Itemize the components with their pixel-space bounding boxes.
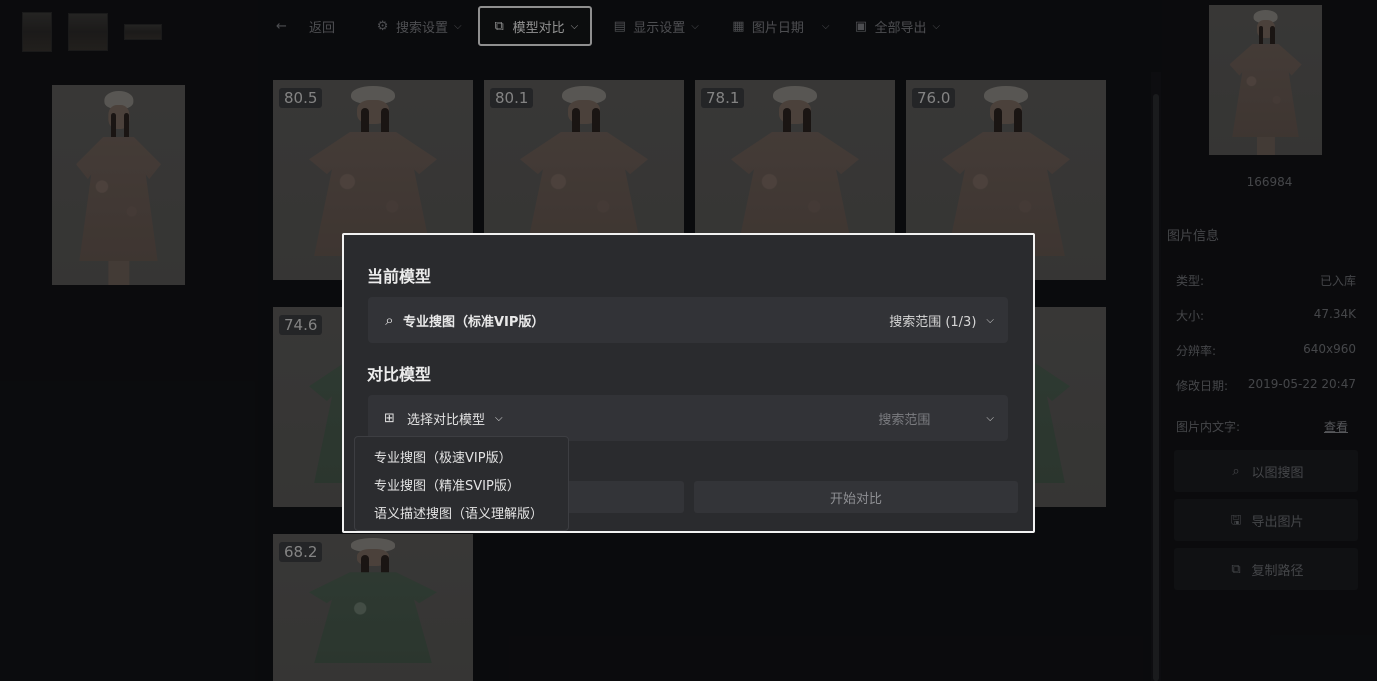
current-model-field[interactable]: ⌕ 专业搜图（标准VIP版） 搜索范围 (1/3) ⌵ xyxy=(368,297,1008,343)
current-scope-select[interactable]: 搜索范围 (1/3) ⌵ xyxy=(889,311,994,330)
chevron-down-icon: ⌵ xyxy=(495,412,503,424)
dropdown-option-precise-svip[interactable]: 专业搜图（精准SVIP版） xyxy=(355,473,568,501)
secondary-button[interactable] xyxy=(554,481,684,513)
search-icon: ⌕ xyxy=(385,310,394,329)
chevron-down-icon: ⌵ xyxy=(986,412,994,424)
grid-apps-icon: ⊞ xyxy=(384,410,395,426)
dropdown-option-semantic[interactable]: 语义描述搜图（语义理解版） xyxy=(355,501,568,529)
chevron-down-icon: ⌵ xyxy=(986,314,994,326)
compare-scope-label: 搜索范围 xyxy=(878,412,931,428)
select-compare-model-button[interactable]: ⊞ 选择对比模型 ⌵ xyxy=(382,409,878,428)
compare-model-dropdown: 专业搜图（极速VIP版） 专业搜图（精准SVIP版） 语义描述搜图（语义理解版） xyxy=(354,436,569,531)
select-compare-model-label: 选择对比模型 xyxy=(407,412,486,428)
start-compare-label: 开始对比 xyxy=(829,491,882,507)
compare-model-field: ⊞ 选择对比模型 ⌵ 搜索范围 ⌵ xyxy=(368,395,1008,441)
app-window: ← 返回 ⚙ 搜索设置 ⌵ ⧉ 模型对比 ⌵ ▤ 显示设置 ⌵ ▦ 图片日期 ⌵… xyxy=(0,0,1377,681)
current-model-title: 当前模型 xyxy=(367,267,432,286)
current-model-name: 专业搜图（标准VIP版） xyxy=(403,314,545,330)
compare-model-title: 对比模型 xyxy=(367,365,432,384)
current-scope-label: 搜索范围 (1/3) xyxy=(889,314,977,330)
compare-scope-select[interactable]: 搜索范围 ⌵ xyxy=(878,409,994,428)
start-compare-button[interactable]: 开始对比 xyxy=(694,481,1018,513)
dropdown-option-fast-vip[interactable]: 专业搜图（极速VIP版） xyxy=(355,445,568,473)
